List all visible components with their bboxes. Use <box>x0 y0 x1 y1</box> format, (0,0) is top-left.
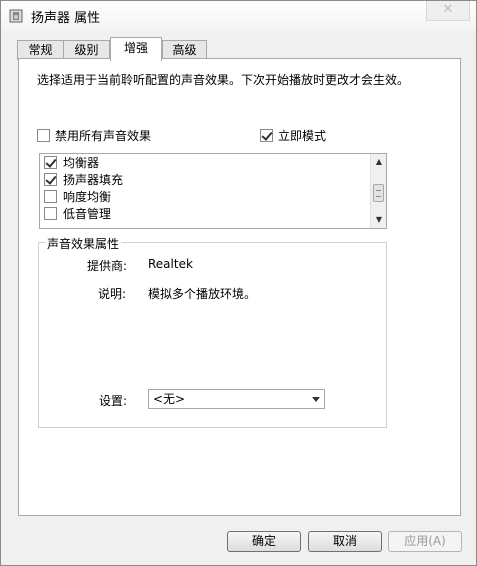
disable-all-effects-checkbox[interactable] <box>37 129 50 142</box>
effect-description-label: 说明: <box>98 287 127 301</box>
immediate-mode-label: 立即模式 <box>278 129 327 143</box>
enhancements-panel: 选择适用于当前聆听配置的声音效果。下次开始播放时更改才会生效。 禁用所有声音效果… <box>18 58 461 516</box>
list-item[interactable]: 低音管理 <box>40 205 386 222</box>
scroll-up-arrow-icon[interactable]: ▲ <box>371 154 386 170</box>
effects-scrollbar[interactable]: ▲ ▼ <box>370 154 386 228</box>
settings-label: 设置: <box>99 394 128 408</box>
effect-checkbox[interactable] <box>44 156 57 169</box>
effect-label: 均衡器 <box>63 156 100 170</box>
window-title: 扬声器 属性 <box>31 11 101 26</box>
effect-checkbox[interactable] <box>44 207 57 220</box>
provider-label: 提供商: <box>87 259 128 273</box>
title-bar[interactable]: 扬声器 属性 ✕ <box>1 1 476 31</box>
effect-properties-title: 声音效果属性 <box>45 235 122 252</box>
effect-label: 扬声器填充 <box>63 173 124 187</box>
list-item[interactable]: 扬声器填充 <box>40 171 386 188</box>
effect-checkbox[interactable] <box>44 173 57 186</box>
effect-label: 响度均衡 <box>63 190 112 204</box>
disable-all-effects-option[interactable]: 禁用所有声音效果 <box>37 127 151 144</box>
scroll-thumb[interactable] <box>373 184 384 202</box>
enhancements-description: 选择适用于当前聆听配置的声音效果。下次开始播放时更改才会生效。 <box>37 73 410 87</box>
effect-properties-group: 声音效果属性 提供商: Realtek 说明: 模拟多个播放环境。 设置: <无… <box>38 235 387 428</box>
effect-description-value: 模拟多个播放环境。 <box>148 287 257 301</box>
close-button[interactable]: ✕ <box>426 1 470 21</box>
tab-enhancements[interactable]: 增强 <box>110 37 162 61</box>
tab-levels[interactable]: 级别 <box>63 40 110 60</box>
ok-button[interactable]: 确定 <box>227 531 301 552</box>
immediate-mode-checkbox[interactable] <box>260 129 273 142</box>
tab-advanced[interactable]: 高级 <box>162 40 207 60</box>
provider-value: Realtek <box>148 257 193 271</box>
chevron-down-icon <box>312 397 320 402</box>
scroll-down-arrow-icon[interactable]: ▼ <box>371 212 386 228</box>
settings-dropdown[interactable]: <无> <box>148 389 325 409</box>
effect-label: 低音管理 <box>63 207 112 221</box>
effect-checkbox[interactable] <box>44 190 57 203</box>
apply-button[interactable]: 应用(A) <box>388 531 462 552</box>
disable-all-effects-label: 禁用所有声音效果 <box>55 129 152 143</box>
speaker-icon <box>9 9 23 23</box>
list-item[interactable]: 响度均衡 <box>40 188 386 205</box>
settings-dropdown-value: <无> <box>153 392 186 406</box>
list-item[interactable]: 均衡器 <box>40 154 386 171</box>
cancel-button[interactable]: 取消 <box>308 531 382 552</box>
tab-general[interactable]: 常规 <box>17 40 64 60</box>
immediate-mode-option[interactable]: 立即模式 <box>260 127 326 144</box>
properties-dialog: 扬声器 属性 ✕ 常规 级别 增强 高级 选择适用于当前聆听配置的声音效果。下次… <box>0 0 477 566</box>
effects-list[interactable]: 均衡器 扬声器填充 响度均衡 低音管理 ▲ ▼ <box>39 153 387 229</box>
